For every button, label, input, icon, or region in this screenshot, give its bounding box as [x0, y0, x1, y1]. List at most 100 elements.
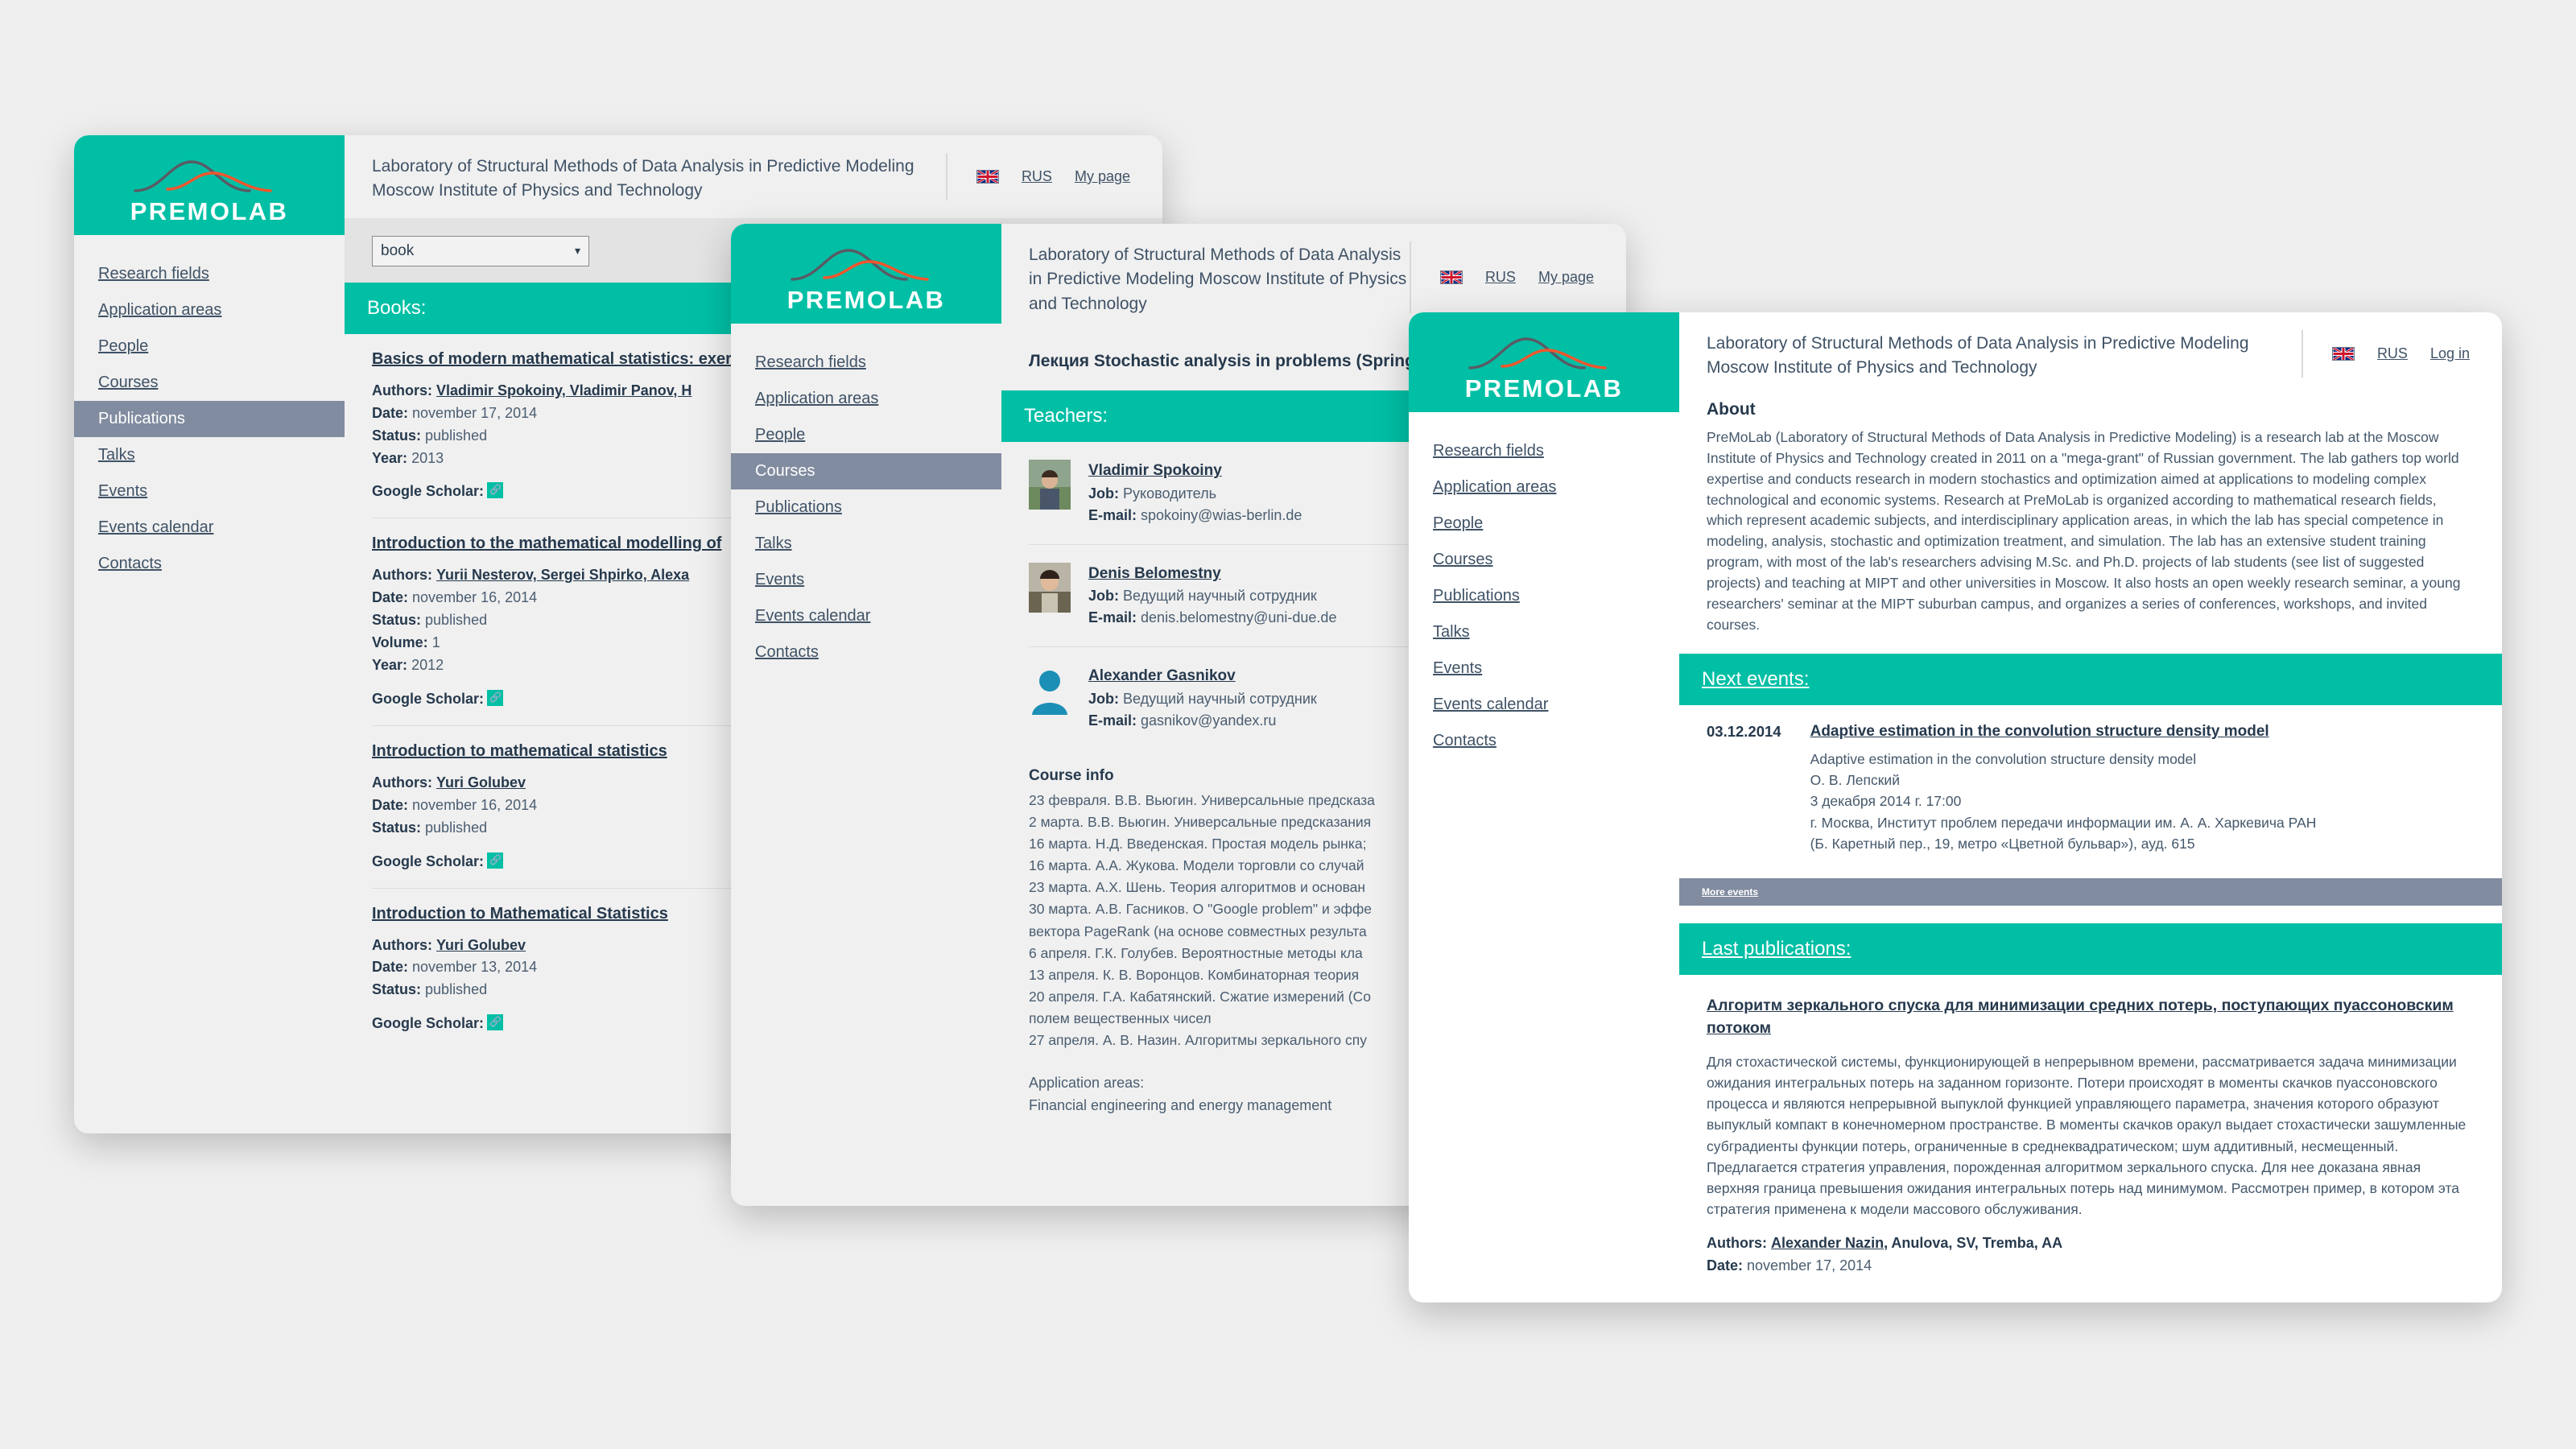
- sidebar-item-research-fields[interactable]: Research fields: [74, 256, 345, 292]
- publication-authors: Authors: Alexander Nazin, Anulova, SV, T…: [1707, 1232, 2475, 1255]
- volume-label: Volume:: [372, 634, 428, 651]
- lang-rus-link[interactable]: RUS: [1022, 168, 1052, 185]
- more-events-bar[interactable]: More events: [1679, 878, 2502, 906]
- nav-label: Talks: [1433, 623, 1470, 641]
- date-value: november 13, 2014: [412, 959, 538, 976]
- sidebar-item-courses[interactable]: Courses: [1409, 542, 1679, 578]
- my-page-link[interactable]: My page: [1075, 168, 1130, 185]
- logo-wordmark: PREMOLAB: [130, 197, 289, 225]
- lang-rus-link[interactable]: RUS: [1485, 269, 1516, 286]
- logo-block[interactable]: PREMOLAB: [74, 135, 345, 235]
- link-icon[interactable]: [487, 852, 504, 869]
- about-heading: About: [1707, 399, 1756, 419]
- year-value: 2013: [411, 449, 444, 466]
- email-value: gasnikov@yandex.ru: [1141, 712, 1277, 729]
- top-links-window1: RUS My page: [945, 153, 1162, 200]
- nav-list-window3: Research fields Application areas People…: [1409, 412, 1679, 759]
- sidebar-item-events[interactable]: Events: [731, 562, 1001, 598]
- authors-value[interactable]: Yuri Golubev: [436, 937, 526, 953]
- browser-window-home[interactable]: PREMOLAB Research fields Application are…: [1409, 312, 2502, 1302]
- sidebar-item-publications[interactable]: Publications: [1409, 578, 1679, 614]
- more-events-link[interactable]: More events: [1702, 886, 1758, 898]
- publication-title[interactable]: Алгоритм зеркального спуска для минимиза…: [1707, 994, 2475, 1040]
- sidebar-item-courses[interactable]: Courses: [731, 453, 1001, 489]
- sidebar-item-events-calendar[interactable]: Events calendar: [74, 510, 345, 546]
- sidebar-item-contacts[interactable]: Contacts: [731, 634, 1001, 671]
- year-label: Year:: [372, 657, 408, 673]
- authors-value[interactable]: Vladimir Spokoiny, Vladimir Panov, H: [436, 382, 691, 398]
- sidebar-item-people[interactable]: People: [74, 328, 345, 365]
- bell-curve-logo-icon: [791, 249, 929, 281]
- teacher-email: E-mail: denis.belomestny@uni-due.de: [1088, 607, 1336, 629]
- teacher-name[interactable]: Vladimir Spokoiny: [1088, 460, 1302, 483]
- sidebar-item-talks[interactable]: Talks: [731, 526, 1001, 562]
- nav-label: Research fields: [755, 353, 866, 371]
- my-page-link[interactable]: My page: [1538, 269, 1594, 286]
- portrait-photo-icon: [1029, 562, 1071, 613]
- nav-label: Events: [98, 482, 148, 500]
- link-icon[interactable]: [487, 689, 504, 706]
- email-label: E-mail:: [1088, 712, 1137, 729]
- status-value: published: [425, 427, 488, 444]
- publication-type-select[interactable]: book ▾: [372, 235, 589, 266]
- sidebar-item-events[interactable]: Events: [74, 473, 345, 510]
- job-label: Job:: [1088, 588, 1119, 605]
- sidebar-window3: PREMOLAB Research fields Application are…: [1409, 312, 1679, 1302]
- logo-wordmark: PREMOLAB: [786, 286, 946, 314]
- nav-label: Publications: [98, 410, 185, 427]
- logo-block[interactable]: PREMOLAB: [1409, 312, 1679, 412]
- sidebar-item-contacts[interactable]: Contacts: [74, 546, 345, 582]
- uk-flag-icon[interactable]: [2331, 346, 2355, 361]
- sidebar-item-events-calendar[interactable]: Events calendar: [731, 598, 1001, 634]
- sidebar-item-publications[interactable]: Publications: [74, 401, 345, 437]
- sidebar-item-research-fields[interactable]: Research fields: [731, 345, 1001, 381]
- nav-label: Contacts: [98, 555, 162, 572]
- uk-flag-icon[interactable]: [976, 169, 999, 184]
- logo-wordmark: PREMOLAB: [1464, 374, 1624, 402]
- sidebar-item-publications[interactable]: Publications: [731, 489, 1001, 526]
- next-events-banner[interactable]: Next events:: [1679, 653, 2502, 705]
- event-title[interactable]: Adaptive estimation in the convolution s…: [1810, 723, 2317, 741]
- nav-label: People: [98, 337, 149, 355]
- teacher-info: Denis Belomestny Job: Ведущий научный со…: [1088, 563, 1336, 630]
- sidebar-item-events-calendar[interactable]: Events calendar: [1409, 687, 1679, 723]
- sidebar-item-courses[interactable]: Courses: [74, 365, 345, 401]
- authors-label: Authors:: [1707, 1234, 1767, 1251]
- page-title: Laboratory of Structural Methods of Data…: [1707, 334, 2249, 378]
- last-publications-banner[interactable]: Last publications:: [1679, 923, 2502, 976]
- nav-label: Talks: [98, 446, 135, 464]
- sidebar-item-talks[interactable]: Talks: [1409, 614, 1679, 650]
- status-value: published: [425, 819, 488, 836]
- sidebar-item-application-areas[interactable]: Application areas: [731, 381, 1001, 417]
- sidebar-item-people[interactable]: People: [731, 417, 1001, 453]
- nav-label: People: [1433, 514, 1484, 532]
- sidebar-item-contacts[interactable]: Contacts: [1409, 723, 1679, 759]
- year-value: 2012: [411, 657, 444, 673]
- sidebar-item-events[interactable]: Events: [1409, 650, 1679, 687]
- logo-block[interactable]: PREMOLAB: [731, 224, 1001, 324]
- teacher-name[interactable]: Alexander Gasnikov: [1088, 665, 1317, 688]
- about-block: About PreMoLab (Laboratory of Structural…: [1679, 395, 2502, 636]
- sidebar-item-people[interactable]: People: [1409, 506, 1679, 542]
- link-icon[interactable]: [487, 482, 504, 499]
- teacher-name[interactable]: Denis Belomestny: [1088, 563, 1336, 586]
- uk-flag-icon[interactable]: [1439, 270, 1463, 285]
- teacher-email: E-mail: gasnikov@yandex.ru: [1088, 710, 1317, 732]
- sidebar-item-research-fields[interactable]: Research fields: [1409, 433, 1679, 469]
- sidebar-item-application-areas[interactable]: Application areas: [74, 292, 345, 328]
- nav-label: Courses: [1433, 551, 1493, 568]
- status-label: Status:: [372, 612, 422, 629]
- sidebar-item-application-areas[interactable]: Application areas: [1409, 469, 1679, 506]
- event-row[interactable]: 03.12.2014 Adaptive estimation in the co…: [1707, 705, 2475, 861]
- sidebar-item-talks[interactable]: Talks: [74, 437, 345, 473]
- log-in-link[interactable]: Log in: [2430, 345, 2470, 362]
- author-link[interactable]: Alexander Nazin: [1771, 1235, 1884, 1251]
- nav-label: Events calendar: [755, 607, 871, 625]
- lang-rus-link[interactable]: RUS: [2377, 345, 2408, 362]
- link-icon[interactable]: [487, 1014, 504, 1031]
- nav-label: Events calendar: [98, 518, 214, 536]
- teacher-job: Job: Ведущий научный сотрудник: [1088, 688, 1317, 710]
- authors-value[interactable]: Yuri Golubev: [436, 774, 526, 791]
- authors-value[interactable]: Yurii Nesterov, Sergei Shpirko, Alexa: [436, 567, 689, 583]
- event-datetime: 3 декабря 2014 г. 17:00: [1810, 793, 1962, 810]
